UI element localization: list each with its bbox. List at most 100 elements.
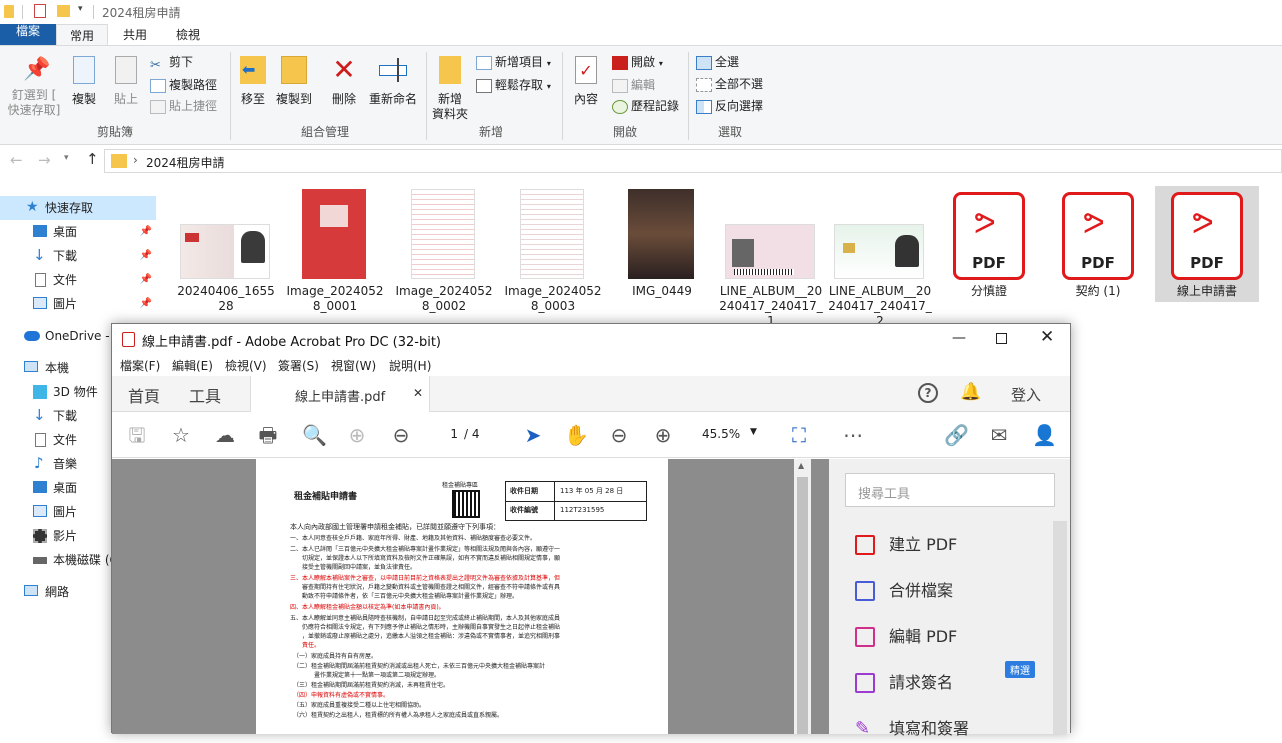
- scroll-up-icon[interactable]: ▲: [798, 461, 804, 470]
- email-icon[interactable]: ✉: [988, 424, 1010, 446]
- body-line: 審查期間持有住宅狀況，戶籍之變動資料或主管機關查證之相關文件，經審查不符申請條件…: [290, 584, 561, 591]
- body-line-highlight: 三、本人瞭解本補貼案件之審查，以申請日前目前之資格表提出之證明文件為審查依據及計…: [290, 575, 561, 582]
- menu-file[interactable]: 檔案(F): [120, 357, 160, 374]
- paste-shortcut-button[interactable]: 貼上捷徑: [150, 96, 217, 116]
- ribbon-tabs: 檔案 常用 共用 檢視: [0, 24, 1282, 46]
- file-item-selected[interactable]: ᕗ PDF 線上申請書: [1155, 186, 1259, 302]
- nav-pictures[interactable]: 圖片 📌: [0, 292, 156, 316]
- share-link-icon[interactable]: 🔗: [944, 424, 969, 446]
- pictures-icon: [33, 297, 47, 309]
- up-arrow-icon[interactable]: ↑: [86, 150, 99, 168]
- customize-quick-access-icon[interactable]: ▾: [78, 4, 83, 14]
- upload-cloud-icon[interactable]: ☁: [214, 424, 236, 446]
- file-item[interactable]: Image_20240528_0001: [283, 186, 387, 316]
- receipt-date-label: 收件日期: [510, 487, 538, 495]
- nav-downloads[interactable]: ↓ 下載 📌: [0, 244, 156, 268]
- chevron-down-icon[interactable]: ▼: [750, 427, 757, 437]
- copy-to-button[interactable]: 複製到: [274, 56, 314, 107]
- tab-close-icon[interactable]: ✕: [413, 386, 423, 400]
- file-item[interactable]: 20240406_165528: [174, 186, 278, 316]
- zoom-in-icon[interactable]: ⊕: [652, 424, 674, 446]
- close-icon[interactable]: ✕: [1040, 327, 1054, 347]
- bell-icon[interactable]: 🔔: [960, 382, 981, 402]
- menu-window[interactable]: 視窗(W): [331, 357, 376, 374]
- nav-documents[interactable]: 文件 📌: [0, 268, 156, 292]
- new-folder-quick-icon[interactable]: [57, 5, 70, 17]
- vertical-scrollbar[interactable]: ▲: [794, 459, 811, 734]
- acrobat-window: 線上申請書.pdf - Adobe Acrobat Pro DC (32-bit…: [111, 323, 1071, 739]
- open-button[interactable]: 開啟 ▾: [612, 52, 663, 72]
- file-item[interactable]: LINE_ALBUM__20240417_240417_2: [828, 186, 932, 328]
- file-item[interactable]: Image_20240528_0003: [501, 186, 605, 316]
- tab-tools[interactable]: 工具: [189, 383, 221, 407]
- page-number-input[interactable]: 1: [432, 427, 458, 441]
- more-tools-icon[interactable]: ⋯: [842, 424, 864, 446]
- recent-locations-icon[interactable]: ▾: [64, 153, 69, 163]
- file-item[interactable]: IMG_0449: [610, 186, 714, 316]
- add-user-icon[interactable]: 👤: [1032, 424, 1057, 446]
- menu-help[interactable]: 說明(H): [389, 357, 431, 374]
- move-to-button[interactable]: ⬅ 移至: [236, 56, 270, 107]
- back-arrow-icon[interactable]: ←: [10, 151, 23, 169]
- search-tools-input[interactable]: 搜尋工具: [845, 473, 1055, 507]
- select-cursor-icon[interactable]: ➤: [522, 424, 544, 446]
- easy-access-button[interactable]: 輕鬆存取 ▾: [476, 75, 551, 95]
- tools-scrollbar[interactable]: [1053, 521, 1067, 734]
- file-item[interactable]: ᕗ PDF 契約 (1): [1046, 186, 1150, 302]
- paste-icon: [115, 56, 137, 84]
- tab-file[interactable]: 檔案: [0, 24, 56, 46]
- previous-page-icon[interactable]: ⊕: [346, 424, 368, 446]
- nav-desktop[interactable]: 桌面 📌: [0, 220, 156, 244]
- breadcrumb-current-folder[interactable]: 2024租房申請: [146, 154, 225, 171]
- help-icon[interactable]: ?: [918, 383, 938, 403]
- file-item[interactable]: LINE_ALBUM__20240417_240417_1: [719, 186, 823, 328]
- tab-view[interactable]: 檢視: [162, 24, 214, 46]
- file-item[interactable]: Image_20240528_0002: [392, 186, 496, 316]
- rename-button[interactable]: 重新命名: [366, 56, 420, 107]
- address-box[interactable]: › 2024租房申請: [104, 149, 1282, 173]
- signin-link[interactable]: 登入: [1011, 384, 1041, 405]
- invert-selection-button[interactable]: 反向選擇: [696, 96, 763, 116]
- history-button[interactable]: 歷程記錄: [612, 96, 679, 116]
- zoom-search-icon[interactable]: 🔍: [302, 424, 327, 446]
- nav-3d-objects-label: 3D 物件: [53, 385, 98, 399]
- paste-button[interactable]: 貼上: [108, 56, 144, 107]
- tab-share[interactable]: 共用: [110, 24, 160, 46]
- nav-quick-access[interactable]: ★ 快速存取: [0, 196, 156, 220]
- print-icon[interactable]: 🖶: [257, 424, 279, 446]
- forward-arrow-icon[interactable]: →: [38, 151, 51, 169]
- edit-button[interactable]: 編輯: [612, 75, 655, 95]
- properties-button[interactable]: ✓ 內容: [568, 56, 604, 107]
- copy-button[interactable]: 複製: [66, 56, 102, 107]
- tab-home[interactable]: 常用: [56, 24, 108, 46]
- tab-document[interactable]: 線上申請書.pdf ✕: [250, 376, 430, 412]
- zoom-level-select[interactable]: 45.5%: [702, 427, 740, 441]
- fit-page-icon[interactable]: ⛶: [788, 424, 810, 446]
- maximize-icon[interactable]: [996, 333, 1007, 344]
- save-icon[interactable]: 🖫: [126, 424, 148, 446]
- copy-path-button[interactable]: 複製路徑: [150, 75, 217, 95]
- select-all-button[interactable]: 全選: [696, 52, 739, 72]
- minimize-icon[interactable]: —: [952, 330, 966, 346]
- properties-quick-icon[interactable]: [34, 4, 46, 18]
- tab-home[interactable]: 首頁: [128, 383, 160, 407]
- select-none-button[interactable]: 全部不選: [696, 74, 763, 94]
- pin-quick-access-button[interactable]: 📌 釘選到 [ 快速存取]: [6, 58, 62, 118]
- nav-pictures-label: 圖片: [53, 297, 78, 311]
- scroll-thumb[interactable]: [797, 477, 808, 734]
- receipt-number-value: 112T231595: [560, 506, 605, 514]
- new-folder-button[interactable]: 新增 資料夾: [430, 56, 470, 122]
- menu-edit[interactable]: 編輯(E): [172, 357, 213, 374]
- cut-button[interactable]: ✂ 剪下: [150, 52, 193, 73]
- delete-button[interactable]: ✕ 刪除: [326, 56, 362, 107]
- address-bar-row: ← → ▾ ↑ › 2024租房申請: [0, 146, 1282, 176]
- next-page-icon[interactable]: ⊖: [390, 424, 412, 446]
- menu-view[interactable]: 檢視(V): [225, 357, 267, 374]
- bookmark-star-icon[interactable]: ☆: [170, 424, 192, 446]
- zoom-out-icon[interactable]: ⊖: [608, 424, 630, 446]
- hand-tool-icon[interactable]: ✋: [564, 424, 589, 446]
- new-item-button[interactable]: 新增項目 ▾: [476, 52, 551, 72]
- combine-files-icon: [855, 581, 875, 601]
- file-item[interactable]: ᕗ PDF 分慎證: [937, 186, 1041, 302]
- menu-sign[interactable]: 簽署(S): [278, 357, 319, 374]
